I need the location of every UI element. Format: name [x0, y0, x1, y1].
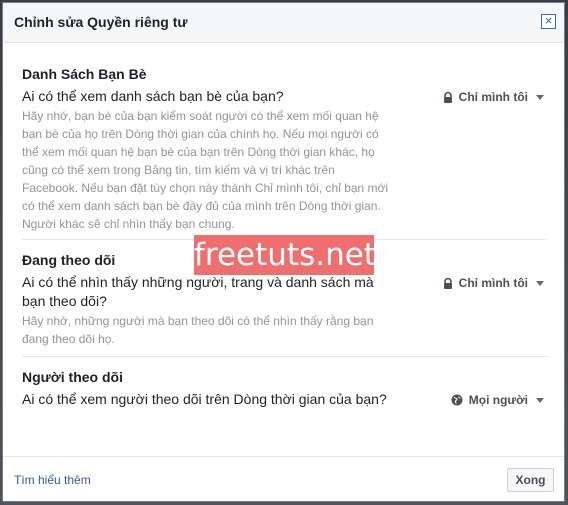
section-friends-list: Danh Sách Bạn Bè Ai có thể xem danh sách… [22, 66, 547, 233]
privacy-selector[interactable]: Chỉ mình tôi [443, 90, 544, 104]
divider [22, 356, 547, 357]
privacy-label: Chỉ mình tôi [458, 90, 528, 104]
privacy-label: Chỉ mình tôi [458, 276, 528, 290]
close-icon[interactable]: × [541, 14, 556, 29]
lock-icon [443, 91, 453, 103]
chevron-down-icon [536, 94, 544, 100]
privacy-selector[interactable]: Mọi người [451, 393, 544, 407]
chevron-down-icon [536, 280, 544, 286]
section-question: Ai có thể nhìn thấy những người, trang v… [22, 274, 374, 309]
privacy-selector[interactable]: Chỉ mình tôi [443, 276, 544, 290]
section-description: Hãy nhớ, những người mà bạn theo dõi có … [22, 314, 374, 346]
done-button[interactable]: Xong [507, 468, 554, 492]
section-title: Danh Sách Bạn Bè [22, 66, 147, 82]
lock-icon [443, 277, 453, 289]
globe-icon [451, 394, 463, 406]
dialog-header: Chỉnh sửa Quyền riêng tư × [3, 3, 564, 43]
watermark-logo: freetuts.net [194, 235, 376, 275]
section-followers: Người theo dõi Ai có thể xem người theo … [22, 369, 547, 409]
section-title: Người theo dõi [22, 369, 123, 385]
section-question: Ai có thể xem người theo dõi trên Dòng t… [22, 391, 387, 407]
privacy-label: Mọi người [468, 393, 528, 407]
section-description: Hãy nhớ, bạn bè của bạn kiểm soát người … [22, 109, 389, 231]
dialog-footer: Tìm hiểu thêm Xong [3, 456, 564, 501]
chevron-down-icon [536, 397, 544, 403]
learn-more-link[interactable]: Tìm hiểu thêm [14, 473, 91, 487]
dialog-title: Chỉnh sửa Quyền riêng tư [14, 14, 188, 30]
section-question: Ai có thể xem danh sách bạn bè của bạn? [22, 88, 284, 104]
